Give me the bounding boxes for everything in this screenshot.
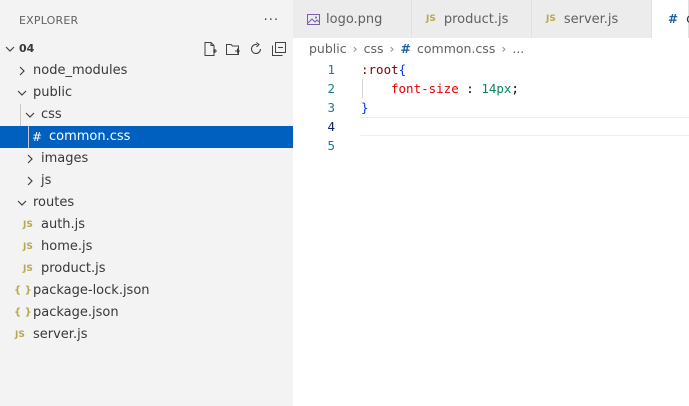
new-folder-icon[interactable] — [225, 41, 241, 57]
tree-item-label: auth.js — [41, 217, 86, 232]
tree-item-label: routes — [33, 195, 75, 210]
chevron-right-icon — [16, 60, 28, 82]
js-file-icon: JS — [546, 14, 556, 24]
tree-item-label: package.json — [33, 305, 119, 320]
js-file-icon: JS — [426, 14, 436, 24]
indent-guide — [362, 79, 363, 98]
collapse-all-icon[interactable] — [271, 41, 287, 57]
json-file-icon: { } — [14, 307, 32, 318]
tree-item-common-css[interactable]: # common.css — [0, 126, 293, 148]
css-value: 14px — [481, 81, 512, 96]
js-file-icon: JS — [23, 242, 33, 252]
colon: : — [458, 81, 482, 96]
breadcrumb-item-public[interactable]: public — [309, 41, 347, 56]
css-file-icon: # — [32, 130, 43, 144]
breadcrumb-item-css[interactable]: css — [364, 41, 384, 56]
tree-item-server-js[interactable]: JS server.js — [0, 324, 293, 346]
code-line-3[interactable]: } — [361, 98, 369, 117]
tree-item-label: server.js — [33, 327, 88, 342]
image-icon — [307, 13, 320, 26]
root-folder-label: 04 — [19, 42, 35, 55]
line-number: 5 — [327, 138, 335, 153]
js-file-icon: JS — [23, 220, 33, 230]
line-number: 2 — [327, 81, 335, 96]
tab-logo-png[interactable]: logo.png — [293, 0, 412, 38]
tree-item-label: package-lock.json — [33, 283, 150, 298]
tree-item-images[interactable]: images — [0, 148, 293, 170]
breadcrumb-ellipsis[interactable]: ... — [512, 41, 524, 56]
json-file-icon: { } — [14, 285, 32, 296]
explorer-header: EXPLORER ··· — [0, 0, 293, 40]
breadcrumb-item-common-css[interactable]: common.css — [417, 41, 495, 56]
tree-root-folder[interactable]: 04 — [0, 38, 293, 60]
chevron-down-icon — [4, 38, 16, 60]
new-file-icon[interactable] — [202, 41, 218, 57]
tree-item-auth-js[interactable]: JS auth.js — [0, 214, 293, 236]
tab-product-js[interactable]: JS product.js — [412, 0, 532, 38]
code-line-4[interactable] — [361, 117, 681, 136]
tree-item-package-json[interactable]: { } package.json — [0, 302, 293, 324]
tree-item-package-lock-json[interactable]: { } package-lock.json — [0, 280, 293, 302]
css-file-icon: # — [668, 12, 679, 26]
chevron-right-icon: › — [352, 41, 358, 56]
tree-item-routes[interactable]: routes — [0, 192, 293, 214]
tree-item-node-modules[interactable]: node_modules — [0, 60, 293, 82]
tab-server-js[interactable]: JS server.js — [532, 0, 652, 38]
line-number: 3 — [327, 100, 335, 115]
tree-item-product-js[interactable]: JS product.js — [0, 258, 293, 280]
tree-item-css[interactable]: css — [0, 104, 293, 126]
indent-guide — [28, 126, 29, 148]
explorer-title: EXPLORER — [19, 13, 79, 27]
tree-item-js-folder[interactable]: js — [0, 170, 293, 192]
code-line-1[interactable]: :root{ — [361, 60, 406, 79]
tree-item-label: images — [41, 151, 89, 166]
code-line-2[interactable]: font-size : 14px; — [391, 79, 519, 98]
tree-item-public[interactable]: public — [0, 82, 293, 104]
chevron-right-icon — [24, 148, 36, 170]
line-number: 1 — [327, 62, 335, 77]
tab-common-css[interactable]: # c — [652, 0, 689, 38]
open-brace: { — [398, 62, 407, 77]
tab-label: product.js — [443, 11, 509, 27]
editor-area: logo.png JS product.js JS server.js # c … — [293, 0, 689, 406]
tree-item-label: js — [41, 173, 52, 188]
tree-item-label: product.js — [41, 261, 106, 276]
js-file-icon: JS — [15, 330, 25, 340]
css-file-icon: # — [400, 41, 412, 56]
tree-item-label: public — [33, 85, 73, 100]
css-selector: :root — [361, 62, 399, 77]
tree-item-label: home.js — [41, 239, 93, 254]
chevron-right-icon: › — [389, 41, 395, 56]
tab-label: logo.png — [326, 11, 383, 27]
refresh-icon[interactable] — [248, 41, 264, 57]
tab-label: server.js — [563, 11, 619, 27]
file-tree: 04 node_modules public css # common.css … — [0, 38, 293, 346]
indent-guide — [20, 104, 21, 126]
js-file-icon: JS — [23, 264, 33, 274]
chevron-down-icon — [24, 104, 36, 126]
tree-item-home-js[interactable]: JS home.js — [0, 236, 293, 258]
breadcrumb: public › css › # common.css ›... — [309, 38, 524, 60]
chevron-down-icon — [16, 192, 28, 214]
semicolon: ; — [511, 81, 519, 96]
tree-item-label: css — [41, 107, 62, 122]
root-actions — [202, 38, 287, 60]
tree-item-label: node_modules — [33, 63, 128, 78]
chevron-down-icon — [16, 82, 28, 104]
explorer-sidebar: EXPLORER ··· 04 node_modules public css … — [0, 0, 293, 406]
code-line-5[interactable] — [361, 136, 681, 155]
more-actions-icon[interactable]: ··· — [264, 13, 279, 28]
chevron-right-icon: › — [501, 41, 507, 56]
close-brace: } — [361, 100, 369, 115]
line-number-current: 4 — [327, 119, 335, 134]
tree-item-label: common.css — [49, 129, 131, 144]
chevron-right-icon — [24, 170, 36, 192]
css-property: font-size — [391, 81, 459, 96]
tab-bar: logo.png JS product.js JS server.js # c — [293, 0, 689, 38]
